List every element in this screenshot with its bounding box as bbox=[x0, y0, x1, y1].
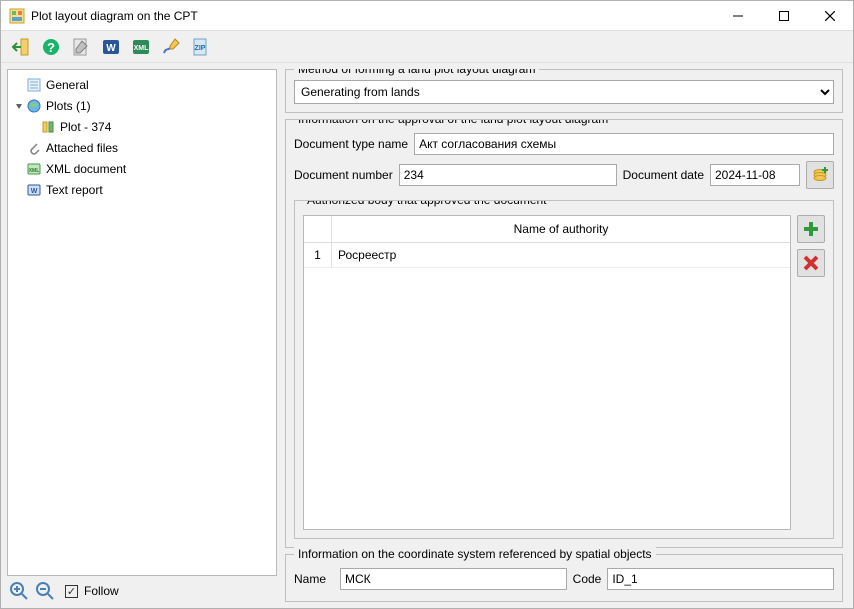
tree-item-attached[interactable]: Attached files bbox=[8, 138, 276, 158]
col-name-header: Name of authority bbox=[332, 216, 790, 242]
svg-text:XML: XML bbox=[134, 45, 150, 52]
tree-item-xml[interactable]: XML XML document bbox=[8, 159, 276, 179]
col-number-header bbox=[304, 216, 332, 242]
svg-text:W: W bbox=[106, 43, 116, 54]
method-legend: Method of forming a land plot layout dia… bbox=[294, 69, 539, 76]
maximize-button[interactable] bbox=[761, 1, 807, 30]
exit-button[interactable] bbox=[7, 33, 35, 61]
crs-groupbox: Information on the coordinate system ref… bbox=[285, 554, 843, 602]
authority-legend: Authorized body that approved the docume… bbox=[303, 200, 551, 207]
help-button[interactable]: ? bbox=[37, 33, 65, 61]
tree-label: Attached files bbox=[46, 141, 118, 155]
tree-label: Text report bbox=[46, 183, 103, 197]
doc-date-input[interactable] bbox=[710, 164, 800, 186]
edit-button[interactable] bbox=[67, 33, 95, 61]
word-icon: W bbox=[26, 182, 42, 198]
word-export-button[interactable]: W bbox=[97, 33, 125, 61]
doc-type-label: Document type name bbox=[294, 137, 408, 151]
close-button[interactable] bbox=[807, 1, 853, 30]
approval-groupbox: Information on the approval of the land … bbox=[285, 119, 843, 548]
doc-date-label: Document date bbox=[623, 168, 704, 182]
doc-number-label: Document number bbox=[294, 168, 393, 182]
tree-label: Plot - 374 bbox=[60, 120, 111, 134]
titlebar: Plot layout diagram on the CPT bbox=[1, 1, 853, 31]
crs-code-input[interactable] bbox=[607, 568, 834, 590]
authority-table[interactable]: Name of authority 1 Росреестр bbox=[303, 215, 791, 530]
method-groupbox: Method of forming a land plot layout dia… bbox=[285, 69, 843, 113]
toolbar: ? W XML ZIP bbox=[1, 31, 853, 63]
globe-icon bbox=[26, 98, 42, 114]
crs-legend: Information on the coordinate system ref… bbox=[294, 547, 656, 561]
table-row[interactable]: 1 Росреестр bbox=[304, 243, 790, 268]
add-authority-button[interactable] bbox=[797, 215, 825, 243]
tree-item-textreport[interactable]: W Text report bbox=[8, 180, 276, 200]
minimize-button[interactable] bbox=[715, 1, 761, 30]
xml-icon: XML bbox=[26, 161, 42, 177]
tree-item-general[interactable]: General bbox=[8, 75, 276, 95]
document-icon bbox=[26, 77, 42, 93]
svg-text:W: W bbox=[31, 188, 38, 195]
authority-groupbox: Authorized body that approved the docume… bbox=[294, 200, 834, 539]
tree-label: XML document bbox=[46, 162, 126, 176]
follow-checkbox[interactable]: ✓ bbox=[65, 585, 78, 598]
crs-name-label: Name bbox=[294, 572, 334, 586]
follow-label: Follow bbox=[84, 584, 119, 598]
svg-text:?: ? bbox=[47, 40, 55, 55]
zoom-out-button[interactable] bbox=[33, 579, 57, 603]
doc-number-input[interactable] bbox=[399, 164, 617, 186]
svg-text:XML: XML bbox=[29, 168, 40, 174]
tree-label: Plots (1) bbox=[46, 99, 91, 113]
app-icon bbox=[9, 8, 25, 24]
crs-name-input[interactable] bbox=[340, 568, 567, 590]
tree-item-plots[interactable]: Plots (1) bbox=[8, 96, 276, 116]
sign-button[interactable] bbox=[157, 33, 185, 61]
expander-icon[interactable] bbox=[12, 101, 26, 111]
crs-code-label: Code bbox=[573, 572, 602, 586]
xml-export-button[interactable]: XML bbox=[127, 33, 155, 61]
approval-legend: Information on the approval of the land … bbox=[294, 119, 612, 126]
doc-type-input[interactable] bbox=[414, 133, 834, 155]
svg-text:ZIP: ZIP bbox=[195, 45, 206, 52]
tree-item-plot[interactable]: Plot - 374 bbox=[8, 117, 276, 137]
remove-authority-button[interactable] bbox=[797, 249, 825, 277]
tree-view[interactable]: General Plots (1) Plot - 374 Attached fi… bbox=[7, 69, 277, 576]
zip-export-button[interactable]: ZIP bbox=[187, 33, 215, 61]
tree-label: General bbox=[46, 78, 89, 92]
method-select[interactable]: Generating from lands bbox=[294, 80, 834, 104]
plot-icon bbox=[40, 119, 56, 135]
zoom-in-button[interactable] bbox=[7, 579, 31, 603]
date-helper-button[interactable] bbox=[806, 161, 834, 189]
window-title: Plot layout diagram on the CPT bbox=[31, 9, 715, 23]
paperclip-icon bbox=[26, 140, 42, 156]
